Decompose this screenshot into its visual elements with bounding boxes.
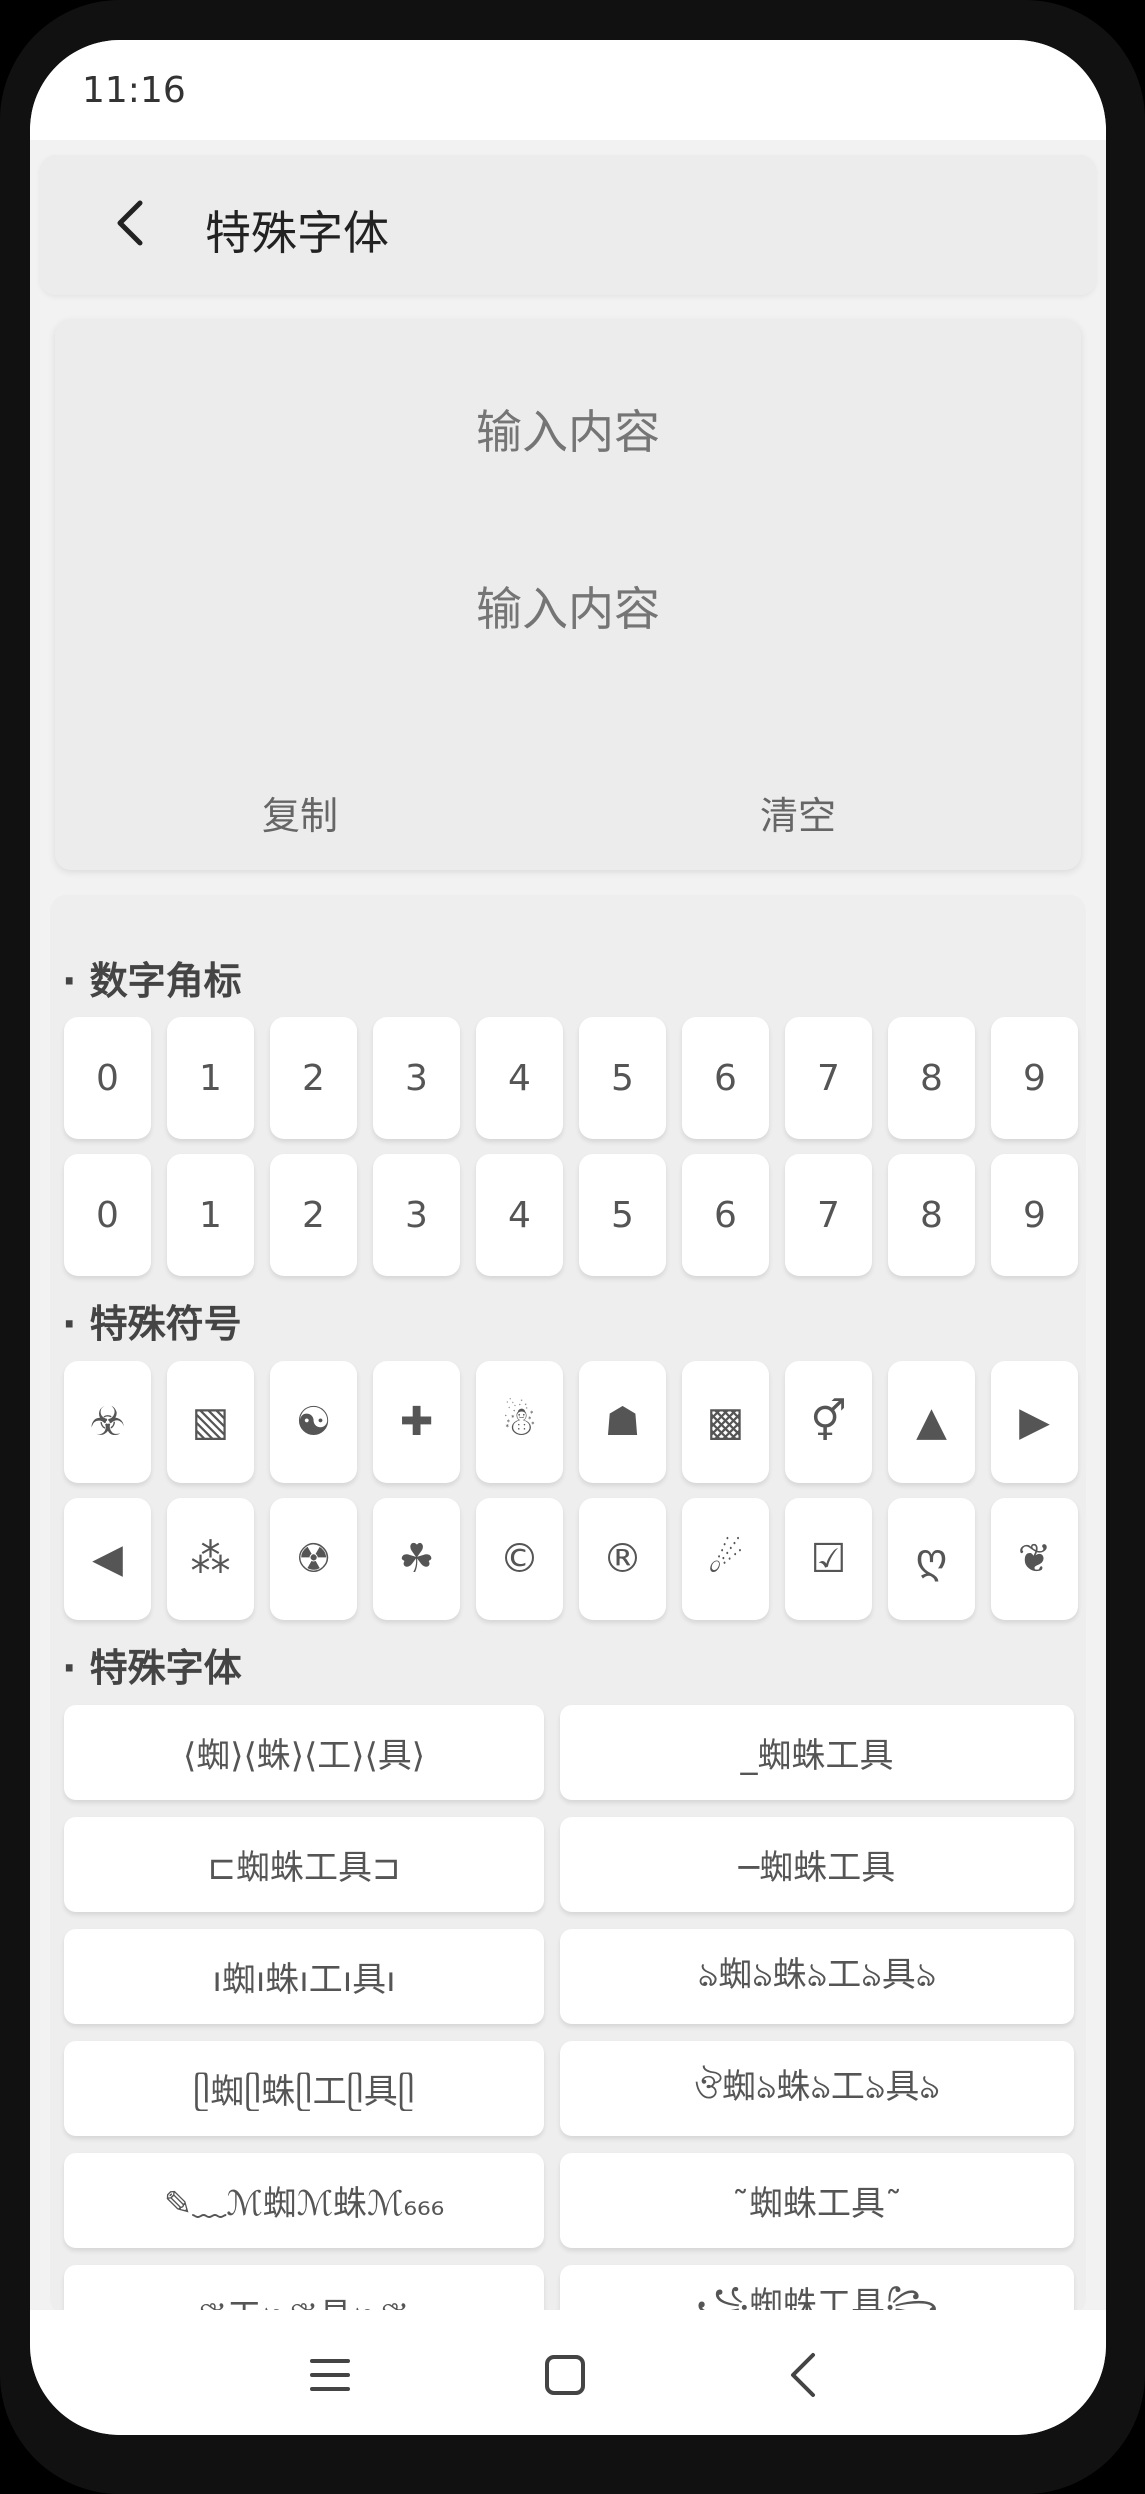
font-style-button[interactable]: ᥫ蜘ᥫ蛛ᥫ工ᥫ具ᥫ: [64, 2041, 544, 2136]
number-key[interactable]: 4: [476, 1017, 563, 1139]
number-key[interactable]: 2: [270, 1017, 357, 1139]
symbol-key[interactable]: ®: [579, 1498, 666, 1620]
number-key[interactable]: 3: [373, 1154, 460, 1276]
font-style-button[interactable]: ঔ蜘ঌ蛛ঌ工ঌ具ঌ: [560, 2041, 1074, 2136]
nav-menu-button[interactable]: [295, 2340, 365, 2410]
font-style-button[interactable]: ꧁蜘蛛工具꧂: [560, 2265, 1074, 2315]
screen: 11:16 特殊字体 复制 清空 · 数字角标 0 1 2 3 4: [30, 40, 1106, 2435]
nav-home-button[interactable]: [530, 2340, 600, 2410]
symbol-key[interactable]: ▶: [991, 1361, 1078, 1483]
font-style-button[interactable]: ❦工❧❦具❧❦: [64, 2265, 544, 2315]
menu-icon: [310, 2359, 350, 2391]
back-chevron-icon: [791, 2353, 815, 2397]
number-key[interactable]: 2: [270, 1154, 357, 1276]
number-key[interactable]: 7: [785, 1017, 872, 1139]
number-key[interactable]: 3: [373, 1017, 460, 1139]
section-title-symbols: · 特殊符号: [62, 1302, 242, 1346]
font-style-button[interactable]: ⟨蜘⟩⟨蛛⟩⟨工⟩⟨具⟩: [64, 1705, 544, 1800]
number-key[interactable]: 1: [167, 1017, 254, 1139]
font-style-button[interactable]: ˜蜘蛛工具˜: [560, 2153, 1074, 2248]
number-key[interactable]: 5: [579, 1017, 666, 1139]
clear-button[interactable]: 清空: [668, 785, 928, 840]
number-key[interactable]: 0: [64, 1017, 151, 1139]
symbol-key[interactable]: ▧: [167, 1361, 254, 1483]
back-button[interactable]: [100, 193, 160, 253]
page-title: 特殊字体: [205, 206, 389, 260]
number-key[interactable]: 7: [785, 1154, 872, 1276]
symbol-key[interactable]: ☗: [579, 1361, 666, 1483]
title-bar: 特殊字体: [40, 155, 1096, 295]
symbol-key[interactable]: ☣: [64, 1361, 151, 1483]
symbol-key[interactable]: ⁂: [167, 1498, 254, 1620]
number-row-2: 0 1 2 3 4 5 6 7 8 9: [64, 1154, 1078, 1276]
symbol-key[interactable]: ✚: [373, 1361, 460, 1483]
phone-frame: 11:16 特殊字体 复制 清空 · 数字角标 0 1 2 3 4: [0, 0, 1145, 2494]
symbol-row-2: ◀ ⁂ ☢ ☘ © ® ☄ ☑ ღ ❦: [64, 1498, 1078, 1620]
number-key[interactable]: 4: [476, 1154, 563, 1276]
section-title-fonts: · 特殊字体: [62, 1646, 242, 1690]
nav-back-button[interactable]: [768, 2340, 838, 2410]
home-square-icon: [545, 2355, 585, 2395]
font-style-grid: ⟨蜘⟩⟨蛛⟩⟨工⟩⟨具⟩ _蜘蛛工具 ⊏蜘蛛工具⊐ ─蜘蛛工具 ı蜘ı蛛ı工ı具…: [64, 1705, 1074, 2315]
font-style-button[interactable]: _蜘蛛工具: [560, 1705, 1074, 1800]
number-key[interactable]: 8: [888, 1154, 975, 1276]
symbol-key[interactable]: ❦: [991, 1498, 1078, 1620]
section-title-numbers: · 数字角标: [62, 959, 242, 1003]
chevron-left-icon: [117, 200, 143, 246]
symbol-key[interactable]: ▲: [888, 1361, 975, 1483]
symbol-key[interactable]: ▩: [682, 1361, 769, 1483]
font-style-button[interactable]: ✎﹏ℳ蜘ℳ蛛ℳ₆₆₆: [64, 2153, 544, 2248]
symbol-key[interactable]: ღ: [888, 1498, 975, 1620]
font-style-button[interactable]: ─蜘蛛工具: [560, 1817, 1074, 1912]
symbol-key[interactable]: ☢: [270, 1498, 357, 1620]
symbol-key[interactable]: ☑: [785, 1498, 872, 1620]
number-row-1: 0 1 2 3 4 5 6 7 8 9: [64, 1017, 1078, 1139]
symbol-key[interactable]: ☃: [476, 1361, 563, 1483]
symbol-key[interactable]: ◀: [64, 1498, 151, 1620]
output-field[interactable]: [55, 582, 1081, 636]
number-key[interactable]: 6: [682, 1154, 769, 1276]
font-style-button[interactable]: ঌ蜘ঌ蛛ঌ工ঌ具ঌ: [560, 1929, 1074, 2024]
text-input[interactable]: [55, 405, 1081, 459]
symbol-key[interactable]: ☄: [682, 1498, 769, 1620]
content-panel: · 数字角标 0 1 2 3 4 5 6 7 8 9 0 1 2 3 4 5 6: [50, 895, 1086, 2315]
font-style-button[interactable]: ı蜘ı蛛ı工ı具ı: [64, 1929, 544, 2024]
font-style-button[interactable]: ⊏蜘蛛工具⊐: [64, 1817, 544, 1912]
status-bar: 11:16: [30, 40, 1106, 140]
number-key[interactable]: 9: [991, 1154, 1078, 1276]
number-key[interactable]: 8: [888, 1017, 975, 1139]
symbol-key[interactable]: ©: [476, 1498, 563, 1620]
copy-button[interactable]: 复制: [170, 785, 430, 840]
number-key[interactable]: 1: [167, 1154, 254, 1276]
symbol-row-1: ☣ ▧ ☯ ✚ ☃ ☗ ▩ ⚥ ▲ ▶: [64, 1361, 1078, 1483]
number-key[interactable]: 5: [579, 1154, 666, 1276]
status-time: 11:16: [82, 70, 186, 111]
input-card: 复制 清空: [55, 320, 1081, 870]
number-key[interactable]: 6: [682, 1017, 769, 1139]
symbol-key[interactable]: ☘: [373, 1498, 460, 1620]
number-key[interactable]: 9: [991, 1017, 1078, 1139]
number-key[interactable]: 0: [64, 1154, 151, 1276]
symbol-key[interactable]: ☯: [270, 1361, 357, 1483]
symbol-key[interactable]: ⚥: [785, 1361, 872, 1483]
navigation-bar: [30, 2310, 1106, 2435]
